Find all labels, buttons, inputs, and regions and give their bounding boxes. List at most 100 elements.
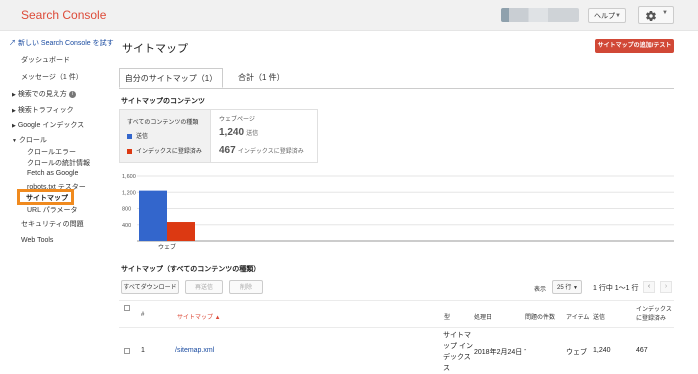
row-type-line3: デックス <box>443 354 471 361</box>
content-type-legend: すべてのコンテンツの種類 送信 インデックスに登録済み <box>119 109 211 163</box>
sidebar-item-label: 検索トラフィック <box>17 107 74 114</box>
search-console-logo[interactable]: Search Console <box>21 8 106 22</box>
sidebar-item-url-params[interactable]: URL パラメータ <box>27 205 77 215</box>
submitted-stat-label: 送信 <box>246 131 259 137</box>
sidebar-item-messages[interactable]: メッセージ（1 件） <box>21 72 83 82</box>
column-sitemap[interactable]: サイトマップ ▲ <box>177 312 221 321</box>
submitted-bar[interactable] <box>139 190 167 241</box>
triangle-right-icon: ▶ <box>12 108 16 114</box>
sidebar-item-security[interactable]: セキュリティの問題 <box>21 219 84 229</box>
sidebar-item-crawl[interactable]: ▼ クロール <box>12 135 47 145</box>
chevron-down-icon: ▼ <box>573 285 578 291</box>
sidebar-item-crawl-errors[interactable]: クロールエラー <box>27 147 76 157</box>
triangle-down-icon: ▼ <box>12 138 17 144</box>
page-title: サイトマップ <box>122 43 188 55</box>
download-all-button[interactable]: すべてダウンロード <box>121 280 179 294</box>
sidebar-item-label: クロール <box>18 137 47 144</box>
column-num: # <box>141 312 145 318</box>
sitemap-bar-chart: 1,600 1,200 800 400 ウェブ <box>122 174 674 251</box>
chevron-left-icon: ‹ <box>647 283 651 290</box>
sidebar-item-label: サイトマップ <box>26 195 68 202</box>
gear-icon <box>646 11 656 21</box>
info-icon: i <box>68 90 76 98</box>
delete-button[interactable]: 削除 <box>229 280 263 294</box>
y-tick-label: 1,600 <box>122 174 136 180</box>
column-indexed-line1: インデックス <box>636 307 672 313</box>
sitemap-contents-heading: サイトマップのコンテンツ <box>121 98 205 105</box>
column-items[interactable]: アイテム <box>566 312 589 321</box>
add-test-sitemap-button[interactable]: サイトマップの追加/テスト <box>595 39 674 53</box>
rows-per-page-label: 表示 <box>534 287 547 293</box>
column-submitted[interactable]: 送信 <box>593 312 605 321</box>
sidebar-item-google-index[interactable]: ▶ Google インデックス <box>12 120 84 130</box>
row-type: サイトマ ップ イン デックス ス <box>443 330 473 374</box>
submitted-swatch <box>127 133 132 139</box>
y-tick-label: 400 <box>122 223 131 229</box>
sidebar-item-label: 検索での見え方 <box>17 91 67 98</box>
sidebar-item-search-traffic[interactable]: ▶ 検索トラフィック <box>12 105 74 115</box>
row-type-line1: サイトマ <box>443 332 471 339</box>
sidebar-item-dashboard[interactable]: ダッシュボード <box>21 55 70 65</box>
external-link-icon: ↗ <box>9 40 16 47</box>
prev-page-button[interactable]: ‹ <box>643 281 655 293</box>
indexed-swatch <box>127 148 132 154</box>
top-bar: Search Console ヘルプ ▼ ▼ <box>0 0 698 31</box>
column-processed[interactable]: 処理日 <box>474 312 492 321</box>
column-indexed[interactable]: インデックス に登録済み <box>636 306 672 324</box>
select-all-checkbox[interactable] <box>124 305 130 311</box>
next-page-button[interactable]: › <box>660 281 672 293</box>
legend-header: すべてのコンテンツの種類 <box>127 120 199 126</box>
column-issues[interactable]: 問題の件数 <box>525 312 555 321</box>
webpage-stats-panel: ウェブページ 1,240 送信 467 インデックスに登録済み <box>211 109 318 163</box>
row-type-line2: ップ イン <box>443 343 473 350</box>
submitted-count: 1,240 <box>219 127 245 138</box>
settings-button[interactable]: ▼ <box>638 6 674 24</box>
legend-submitted-label: 送信 <box>136 134 149 140</box>
chevron-down-icon: ▼ <box>615 13 621 19</box>
legend-indexed[interactable]: インデックスに登録済み <box>127 146 202 155</box>
tab-all-sitemaps[interactable]: 合計（1 件） <box>238 68 285 88</box>
row-issues: - <box>524 347 527 354</box>
column-indexed-line2: に登録済み <box>636 316 667 322</box>
triangle-right-icon: ▶ <box>12 123 16 129</box>
legend-submitted[interactable]: 送信 <box>127 131 148 140</box>
row-checkbox[interactable] <box>124 348 130 354</box>
sidebar-item-crawl-stats[interactable]: クロールの統計情報 <box>27 158 90 168</box>
tab-divider <box>119 88 674 89</box>
table-header-divider <box>119 327 674 328</box>
indexed-stat: 467 インデックスに登録済み <box>219 145 304 156</box>
chevron-down-icon: ▼ <box>662 10 668 16</box>
account-site-selector[interactable] <box>501 8 579 22</box>
sidebar-item-search-appearance[interactable]: ▶ 検索での見え方 i <box>12 89 76 99</box>
triangle-right-icon: ▶ <box>12 92 16 98</box>
row-items: ウェブ <box>566 349 587 356</box>
submitted-stat: 1,240 送信 <box>219 127 258 138</box>
new-console-link[interactable]: ↗ 新しい Search Console を試す <box>9 38 114 48</box>
help-label: ヘルプ <box>594 13 615 20</box>
row-num: 1 <box>141 347 145 354</box>
column-type[interactable]: 型 <box>444 312 450 321</box>
pagination-text: 1 行中 1〜1 行 <box>593 285 639 292</box>
row-submitted: 1,240 <box>593 347 611 354</box>
y-tick-label: 1,200 <box>122 190 136 196</box>
tab-my-sitemaps[interactable]: 自分のサイトマップ（1） <box>119 68 223 88</box>
x-tick-label: ウェブ <box>158 243 176 251</box>
help-button[interactable]: ヘルプ ▼ <box>588 8 626 23</box>
row-sitemap-link[interactable]: /sitemap.xml <box>175 347 214 354</box>
sidebar-item-web-tools[interactable]: Web Tools <box>21 237 53 244</box>
sidebar-item-sitemaps[interactable]: サイトマップ <box>17 189 74 205</box>
indexed-count: 467 <box>219 145 236 156</box>
chevron-right-icon: › <box>664 283 668 290</box>
new-console-label: 新しい Search Console を試す <box>17 40 114 47</box>
rows-per-page-select[interactable]: 25 行 ▼ <box>552 280 582 294</box>
resubmit-button[interactable]: 再送信 <box>185 280 223 294</box>
sidebar-item-fetch-as-google[interactable]: Fetch as Google <box>27 170 78 177</box>
rows-select-value: 25 行 <box>557 285 572 291</box>
sitemap-table-heading: サイトマップ（すべてのコンテンツの種類） <box>121 266 261 273</box>
y-tick-label: 800 <box>122 207 131 213</box>
row-type-line4: ス <box>443 365 450 372</box>
row-indexed: 467 <box>636 347 648 354</box>
sidebar-item-label: Google インデックス <box>17 122 85 129</box>
table-top-divider <box>119 300 674 301</box>
indexed-bar[interactable] <box>167 222 195 241</box>
